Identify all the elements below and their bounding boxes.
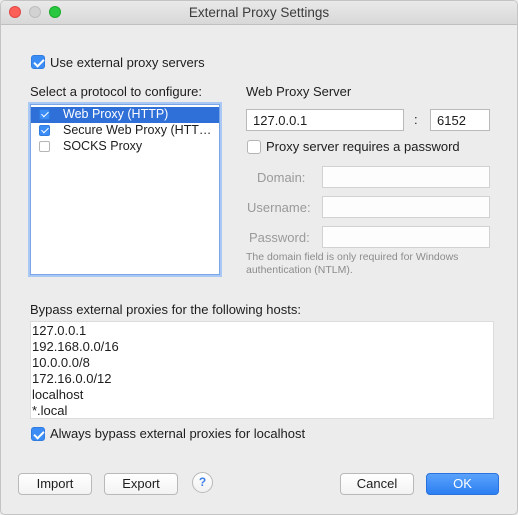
title-bar: External Proxy Settings xyxy=(1,1,517,25)
protocol-item-label: Web Proxy (HTTP) xyxy=(63,107,169,121)
use-external-proxy-checkbox[interactable] xyxy=(31,55,45,69)
server-heading: Web Proxy Server xyxy=(246,84,352,99)
protocol-item-socks[interactable]: SOCKS Proxy xyxy=(31,139,219,155)
bypass-host-line: 172.16.0.0/12 xyxy=(32,371,112,386)
bypass-host-line: 192.168.0.0/16 xyxy=(32,339,119,354)
domain-label: Domain: xyxy=(257,170,306,185)
bypass-host-line: 127.0.0.1 xyxy=(32,323,87,338)
password-field[interactable] xyxy=(322,226,490,248)
protocol-http-checkbox[interactable] xyxy=(39,109,50,120)
bypass-heading: Bypass external proxies for the followin… xyxy=(30,302,301,317)
protocol-heading: Select a protocol to configure: xyxy=(30,84,202,99)
bypass-host-line: *.local xyxy=(32,403,68,418)
username-label: Username: xyxy=(247,200,311,215)
port-separator: : xyxy=(414,112,418,127)
domain-field[interactable] xyxy=(322,166,490,188)
export-button[interactable]: Export xyxy=(104,473,178,495)
protocol-item-http[interactable]: Web Proxy (HTTP) xyxy=(31,107,219,123)
protocol-item-label: Secure Web Proxy (HTTPS) xyxy=(63,123,217,137)
bypass-host-line: localhost xyxy=(32,387,84,402)
ok-button[interactable]: OK xyxy=(426,473,499,495)
proxy-settings-window: External Proxy Settings Use external pro… xyxy=(0,0,518,515)
window-title: External Proxy Settings xyxy=(188,5,330,20)
help-button[interactable]: ? xyxy=(192,472,213,493)
import-button[interactable]: Import xyxy=(18,473,92,495)
use-external-proxy-label: Use external proxy servers xyxy=(50,55,205,70)
protocol-socks-checkbox[interactable] xyxy=(39,141,50,152)
proxy-host-field[interactable]: 127.0.0.1 xyxy=(246,109,404,131)
protocol-item-https[interactable]: Secure Web Proxy (HTTPS) xyxy=(31,123,219,139)
protocol-item-label: SOCKS Proxy xyxy=(63,139,143,153)
password-label: Password: xyxy=(249,230,310,245)
requires-password-label: Proxy server requires a password xyxy=(266,139,460,154)
bypass-localhost-label: Always bypass external proxies for local… xyxy=(50,426,306,441)
protocol-https-checkbox[interactable] xyxy=(39,125,50,136)
bypass-host-line: 10.0.0.0/8 xyxy=(32,355,90,370)
username-field[interactable] xyxy=(322,196,490,218)
bypass-hosts-textarea[interactable]: 127.0.0.1 192.168.0.0/16 10.0.0.0/8 172.… xyxy=(30,321,494,419)
requires-password-checkbox[interactable] xyxy=(247,140,261,154)
proxy-port-field[interactable]: 6152 xyxy=(430,109,490,131)
bypass-localhost-checkbox[interactable] xyxy=(31,427,45,441)
domain-hint: The domain field is only required for Wi… xyxy=(246,251,459,276)
protocol-list[interactable]: Web Proxy (HTTP) Secure Web Proxy (HTTPS… xyxy=(30,104,220,275)
cancel-button[interactable]: Cancel xyxy=(340,473,414,495)
